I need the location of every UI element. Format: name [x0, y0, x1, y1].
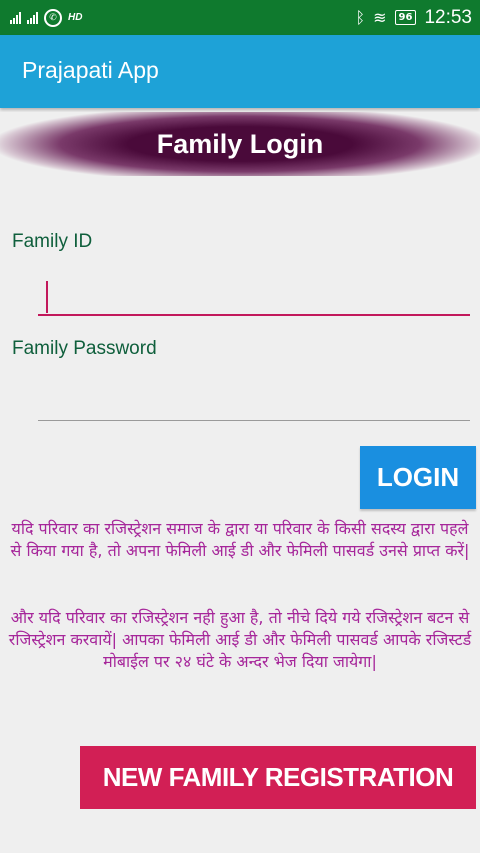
signal-icon — [10, 11, 21, 24]
new-family-registration-button[interactable]: NEW FAMILY REGISTRATION — [80, 746, 476, 809]
bluetooth-icon: ᛒ — [355, 8, 366, 27]
family-id-input[interactable] — [38, 276, 470, 316]
status-time: 12:53 — [424, 6, 472, 28]
login-button[interactable]: LOGIN — [360, 446, 476, 509]
wifi-icon: ≋ — [373, 8, 387, 27]
network-label: HD — [68, 12, 83, 23]
text-cursor — [46, 281, 48, 313]
status-right: ᛒ ≋ 96 12:53 — [356, 0, 472, 35]
signal-2-icon — [27, 11, 38, 24]
app-title: Prajapati App — [22, 57, 159, 83]
banner-title: Family Login — [156, 128, 324, 159]
family-login-banner: Family Login — [0, 112, 480, 176]
battery-icon: 96 — [394, 10, 417, 25]
info-paragraph-1: यदि परिवार का रजिस्ट्रेशन समाज के द्वारा… — [10, 519, 470, 560]
family-password-label: Family Password — [12, 338, 157, 359]
info-paragraph-2: और यदि परिवार का रजिस्ट्रेशन नही हुआ है,… — [8, 608, 472, 671]
family-id-label: Family ID — [12, 231, 93, 252]
status-left: ✆ HD — [10, 0, 82, 35]
app-bar: Prajapati App — [0, 35, 480, 108]
family-password-input[interactable] — [38, 381, 470, 421]
whatsapp-icon: ✆ — [44, 8, 62, 27]
status-bar: ✆ HD ᛒ ≋ 96 12:53 — [0, 0, 480, 35]
